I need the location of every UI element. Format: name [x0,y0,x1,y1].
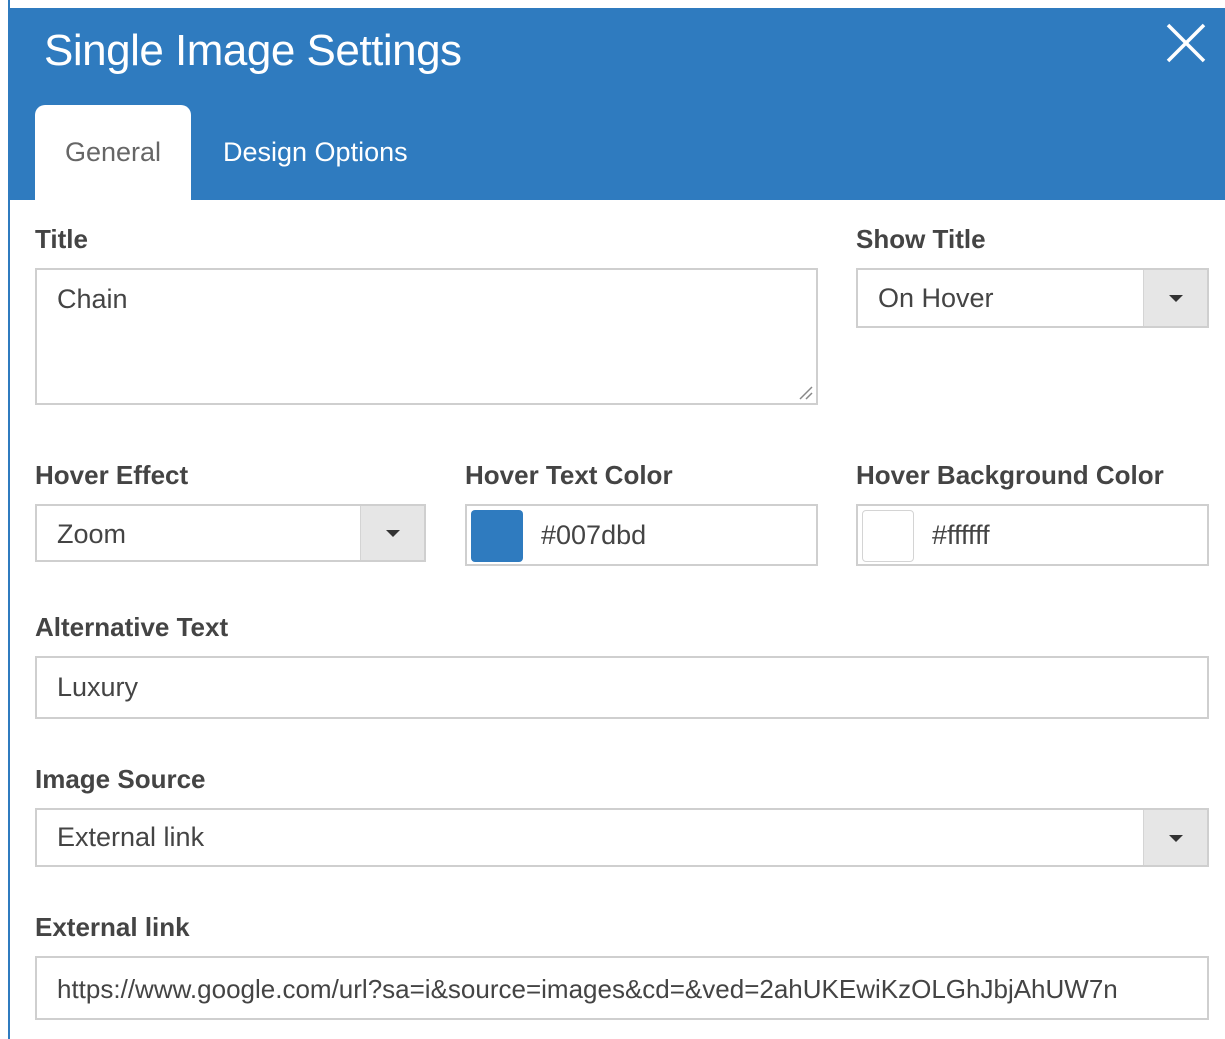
external-link-label: External link [35,912,190,942]
color-swatch[interactable] [862,510,914,562]
modal-header: Single Image Settings General Design Opt… [8,8,1225,200]
title-value: Chain [57,284,128,314]
external-link-input[interactable]: https://www.google.com/url?sa=i&source=i… [35,956,1209,1020]
tab-design-options[interactable]: Design Options [223,105,408,200]
alt-text-value: Luxury [57,672,139,702]
title-textarea[interactable]: Chain [35,268,818,405]
external-link-value: https://www.google.com/url?sa=i&source=i… [57,974,1118,1004]
hover-bg-color-label: Hover Background Color [856,460,1164,490]
hover-bg-color-value: #ffffff [932,520,990,550]
hover-text-color-label: Hover Text Color [465,460,673,490]
chevron-down-icon[interactable] [1143,810,1207,865]
alt-text-input[interactable]: Luxury [35,656,1209,719]
tab-general[interactable]: General [35,105,191,200]
chevron-down-icon[interactable] [1143,270,1207,326]
close-icon[interactable] [1165,22,1207,64]
chevron-down-icon[interactable] [360,506,424,560]
image-source-label: Image Source [35,764,206,794]
hover-effect-select[interactable]: Zoom [35,504,426,562]
hover-effect-value: Zoom [57,519,127,549]
title-label: Title [35,224,88,254]
hover-effect-label: Hover Effect [35,460,189,490]
show-title-select[interactable]: On Hover [856,268,1209,328]
image-source-select[interactable]: External link [35,808,1209,867]
color-swatch[interactable] [471,510,523,562]
settings-modal: Single Image Settings General Design Opt… [0,0,1225,1039]
show-title-label: Show Title [856,224,986,254]
image-source-value: External link [57,822,205,852]
hover-text-color-value: #007dbd [541,520,647,550]
hover-bg-color-field[interactable]: #ffffff [856,504,1209,566]
show-title-value: On Hover [878,283,994,313]
modal-title: Single Image Settings [44,26,462,75]
resize-handle-icon[interactable] [797,384,813,400]
alt-text-label: Alternative Text [35,612,229,642]
hover-text-color-field[interactable]: #007dbd [465,504,818,566]
